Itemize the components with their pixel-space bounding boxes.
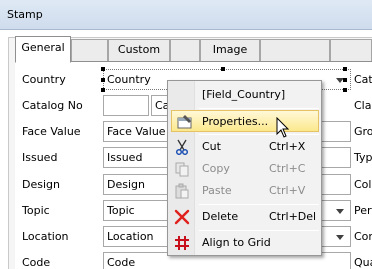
right-label-con: Con (354, 230, 372, 243)
right-label-col: Col (354, 178, 372, 191)
window-title: Stamp (7, 8, 43, 21)
label-topic: Topic (22, 204, 50, 217)
issued-value: Issued (107, 151, 143, 164)
tab-general[interactable]: General (15, 36, 71, 63)
menu-item-properties[interactable]: Properties... (171, 110, 319, 132)
resize-handle-ml[interactable] (101, 78, 105, 82)
right-label-qua: Qua (354, 256, 372, 269)
tab-general-label: General (21, 41, 65, 54)
design-value: Design (107, 178, 145, 191)
code-value: Code (107, 256, 136, 269)
menu-item-cut-label: Cut (202, 140, 221, 153)
scissors-icon (175, 139, 189, 155)
tab-image[interactable]: Image (200, 39, 260, 61)
label-code: Code (22, 256, 51, 269)
menu-item-copy-shortcut: Ctrl+C (269, 162, 306, 175)
menu-item-properties-label: Properties... (202, 115, 269, 128)
resize-handle-tm[interactable] (221, 67, 225, 71)
label-country: Country (22, 73, 66, 86)
menu-item-align-to-grid-label: Align to Grid (202, 236, 271, 249)
properties-icon (177, 115, 192, 129)
menu-header-field-name: [Field_Country] (169, 84, 320, 106)
menu-item-delete[interactable]: Delete Ctrl+Del (169, 206, 320, 228)
label-issued: Issued (22, 151, 58, 164)
label-catalog-no: Catalog No (22, 99, 83, 112)
grid-icon (175, 236, 189, 250)
resize-handle-bl[interactable] (101, 88, 105, 92)
tab-spacer-2 (170, 39, 200, 61)
menu-header-label: [Field_Country] (202, 88, 286, 101)
tab-spacer-0 (71, 39, 108, 61)
mouse-cursor-icon (276, 117, 290, 138)
copy-icon (175, 162, 189, 177)
menu-item-cut[interactable]: Cut Ctrl+X (169, 136, 320, 158)
menu-separator (199, 230, 319, 231)
menu-item-paste-label: Paste (202, 184, 232, 197)
right-label-clas: Clas (354, 99, 372, 112)
resize-handle-tr[interactable] (343, 67, 347, 71)
label-design: Design (22, 178, 60, 191)
menu-item-delete-label: Delete (202, 210, 239, 223)
tab-spacer-3 (260, 39, 330, 61)
menu-item-copy-label: Copy (202, 162, 230, 175)
resize-handle-mr[interactable] (343, 78, 347, 82)
title-bar[interactable]: Stamp (0, 0, 372, 30)
country-field-value: Country (107, 73, 151, 86)
menu-separator (199, 108, 319, 109)
menu-separator (199, 134, 319, 135)
topic-value: Topic (107, 204, 135, 217)
resize-handle-br[interactable] (343, 88, 347, 92)
stamp-window: Stamp Custom Image General Country Count… (0, 0, 372, 269)
right-label-perf: Perf (354, 204, 372, 217)
context-menu: [Field_Country] Properties... Cut Ctrl+X (167, 80, 322, 256)
label-location: Location (22, 230, 69, 243)
tab-spacer-4 (330, 39, 372, 61)
right-label-cat: Cat (354, 73, 372, 86)
paste-icon (175, 183, 189, 199)
tab-custom-label: Custom (117, 43, 161, 56)
menu-item-align-to-grid[interactable]: Align to Grid (169, 232, 320, 254)
face-value-value: Face Value (107, 125, 166, 138)
menu-item-paste-shortcut: Ctrl+V (269, 184, 306, 197)
right-label-gro: Gro (354, 125, 372, 138)
delete-x-icon (174, 209, 190, 225)
menu-item-copy[interactable]: Copy Ctrl+C (169, 158, 320, 180)
tab-image-label: Image (212, 43, 248, 56)
location-value: Location (107, 230, 154, 243)
menu-item-delete-shortcut: Ctrl+Del (269, 210, 317, 223)
right-label-typ: Typ (354, 151, 372, 164)
tab-custom[interactable]: Custom (108, 39, 170, 61)
catalog-no-field[interactable] (103, 95, 149, 116)
menu-item-paste[interactable]: Paste Ctrl+V (169, 180, 320, 202)
menu-separator (199, 204, 319, 205)
resize-handle-tl[interactable] (101, 67, 105, 71)
label-face-value: Face Value (22, 125, 81, 138)
menu-item-cut-shortcut: Ctrl+X (269, 140, 306, 153)
